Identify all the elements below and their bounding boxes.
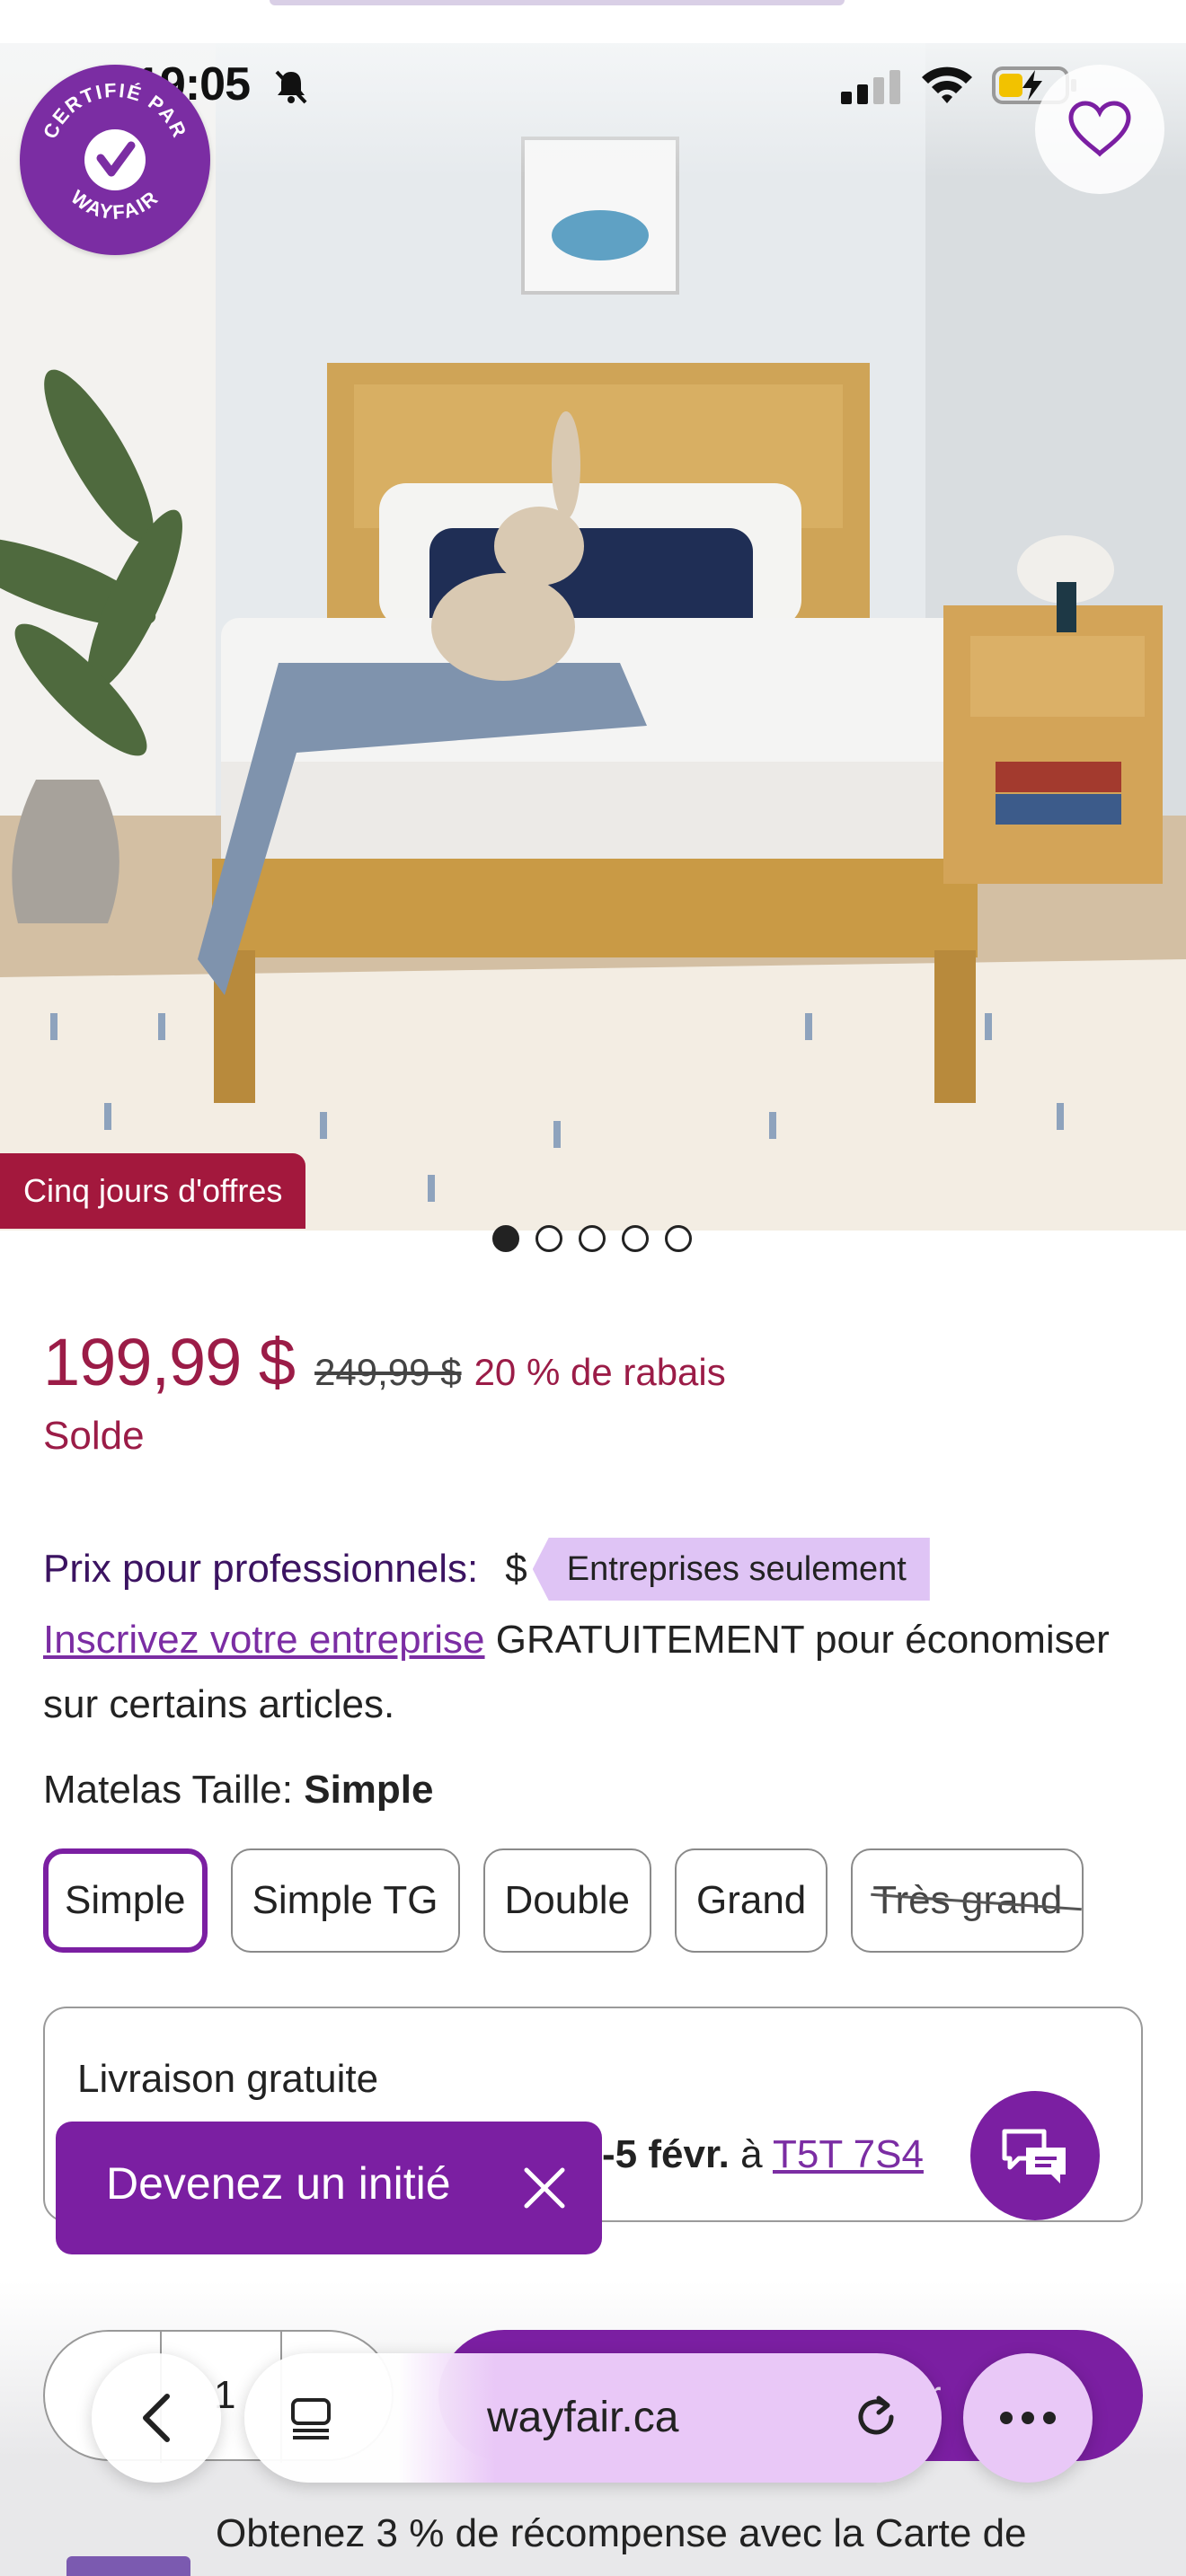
register-business-link[interactable]: Inscrivez votre entreprise (43, 1618, 485, 1662)
chat-button[interactable] (970, 2091, 1100, 2220)
chat-icon (1002, 2129, 1066, 2183)
size-option-tres-grand[interactable]: Très grand (851, 1848, 1084, 1953)
delivery-title: Livraison gratuite (77, 2057, 379, 2101)
size-option-grand[interactable]: Grand (674, 1848, 828, 1953)
badge-bottom-text: WAYFAIR (66, 186, 161, 224)
delivery-date: -5 févr. à T5T 7S4 (602, 2132, 924, 2177)
chevron-left-icon (143, 2394, 170, 2442)
size-selected-value: Simple (304, 1768, 434, 1812)
favorite-button[interactable] (1035, 65, 1164, 194)
bell-muted-icon (275, 70, 307, 104)
url-host: wayfair.ca (487, 2394, 679, 2441)
discount-label: 20 % de rabais (474, 1351, 726, 1393)
size-label-prefix: Matelas Taille: (43, 1768, 305, 1812)
size-options: Simple Simple TG Double Grand Très grand (43, 1848, 1084, 1953)
heart-icon (1068, 101, 1131, 157)
certified-badge: CERTIFIÉ PAR WAYFAIR (20, 65, 210, 255)
original-price: 249,99 $ (314, 1351, 462, 1393)
pro-dollar-sign: $ (505, 1547, 527, 1591)
pagination-dot-1[interactable] (492, 1225, 519, 1252)
tabs-icon[interactable] (288, 2395, 334, 2441)
ellipsis-icon (1000, 2412, 1056, 2424)
size-option-simple-tg[interactable]: Simple TG (230, 1848, 460, 1953)
pagination-dot-5[interactable] (665, 1225, 692, 1252)
rewards-promo-text: Obtenez 3 % de récompense avec la Carte … (216, 2511, 1027, 2555)
credit-card-thumbnail (66, 2556, 190, 2576)
size-option-double[interactable]: Double (482, 1848, 651, 1953)
top-edge-line (270, 0, 845, 5)
wifi-icon (922, 66, 972, 103)
size-option-simple[interactable]: Simple (43, 1848, 208, 1953)
insider-label: Devenez un initié (106, 2158, 451, 2209)
insider-banner[interactable]: Devenez un initié (56, 2122, 602, 2254)
svg-text:WAYFAIR: WAYFAIR (66, 186, 163, 224)
image-pagination-dots[interactable] (492, 1225, 692, 1252)
pro-signup-text: Inscrivez votre entreprise GRATUITEMENT … (43, 1608, 1121, 1737)
size-label: Matelas Taille: Simple (43, 1768, 434, 1813)
pagination-dot-3[interactable] (579, 1225, 606, 1252)
cellular-signal-icon (841, 70, 900, 104)
reload-icon[interactable] (852, 2393, 900, 2441)
business-only-tag: Entreprises seulement (532, 1538, 930, 1601)
promo-tag: Cinq jours d'offres (0, 1153, 306, 1229)
back-button[interactable] (92, 2353, 221, 2483)
address-bar[interactable]: wayfair.ca (244, 2353, 942, 2483)
browser-toolbar: wayfair.ca (0, 2335, 1186, 2497)
close-icon[interactable] (519, 2163, 570, 2213)
pro-price-label: Prix pour professionnels: (43, 1547, 479, 1591)
more-options-button[interactable] (963, 2353, 1093, 2483)
price-row: 199,99 $ 249,99 $ 20 % de rabais (43, 1324, 726, 1400)
current-price: 199,99 $ (43, 1325, 296, 1399)
pagination-dot-2[interactable] (535, 1225, 562, 1252)
postal-code-link[interactable]: T5T 7S4 (773, 2132, 924, 2176)
delivery-date-value: -5 févr. (602, 2132, 730, 2176)
delivery-date-connector: à (729, 2132, 773, 2176)
pro-price-row: Prix pour professionnels: $ Entreprises … (43, 1538, 930, 1601)
pagination-dot-4[interactable] (622, 1225, 649, 1252)
sale-label: Solde (43, 1414, 145, 1458)
